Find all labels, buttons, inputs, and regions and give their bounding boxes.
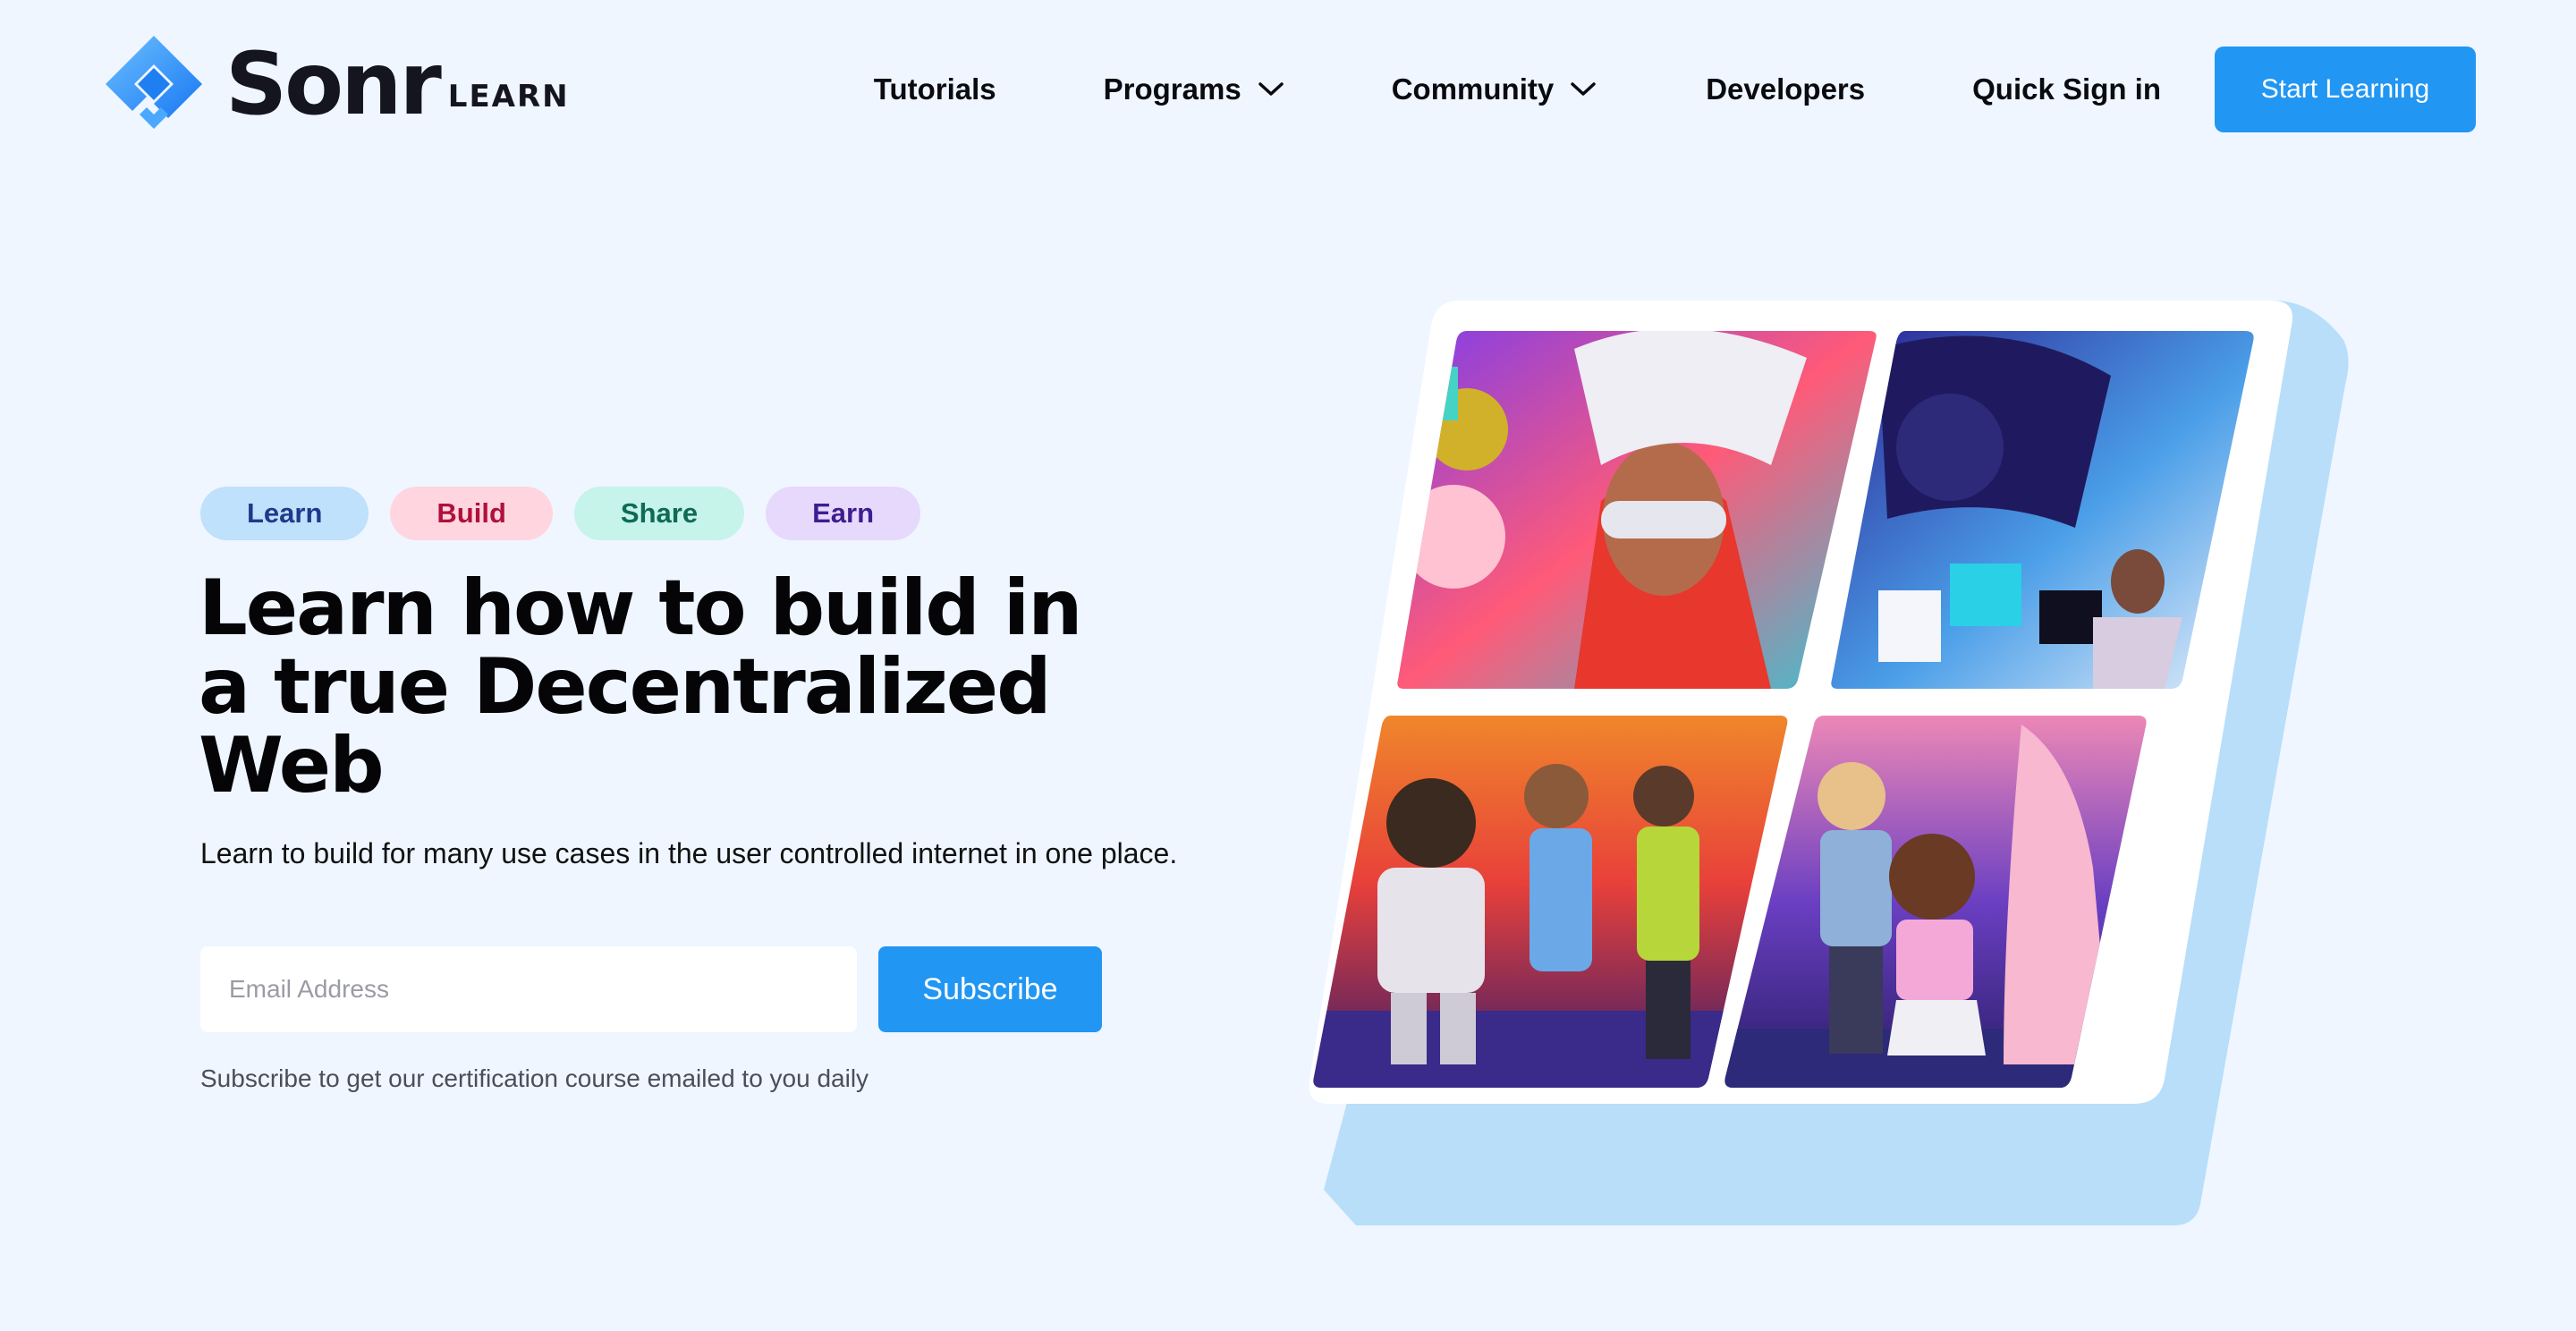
nav-tutorials-label: Tutorials (873, 72, 996, 106)
hero-subheadline: Learn to build for many use cases in the… (200, 837, 1178, 869)
nav-quick-sign-in-label: Quick Sign in (1972, 72, 2161, 106)
sonr-logo-icon (106, 36, 202, 129)
brand-sub: LEARN (447, 79, 570, 114)
nav-community-label: Community (1391, 72, 1555, 106)
start-learning-button[interactable]: Start Learning (2215, 47, 2476, 132)
nav-quick-sign-in[interactable]: Quick Sign in (1972, 72, 2161, 106)
hero-headline: Learn how to build in a true Decentraliz… (199, 564, 1083, 810)
nav-tutorials[interactable]: Tutorials (874, 72, 996, 106)
subscribe-button[interactable]: Subscribe (878, 946, 1102, 1032)
hero-tags: Learn Build Share Earn (200, 487, 921, 540)
brand-name: Sonr (225, 34, 442, 134)
email-input[interactable] (200, 946, 857, 1032)
subscribe-footnote: Subscribe to get our certification cours… (200, 1064, 869, 1092)
nav-programs[interactable]: Programs (1104, 72, 1284, 106)
nav-developers[interactable]: Developers (1706, 72, 1865, 106)
main-nav: Tutorials Programs Community Developers … (874, 47, 2476, 132)
nav-community[interactable]: Community (1392, 72, 1597, 106)
nav-developers-label: Developers (1706, 72, 1866, 106)
sonr-logo[interactable]: Sonr LEARN (102, 32, 570, 136)
tag-build: Build (390, 487, 553, 540)
hero-illustration (1306, 295, 2361, 1243)
tag-learn: Learn (200, 487, 369, 540)
tag-earn: Earn (766, 487, 921, 540)
tag-share: Share (573, 487, 745, 540)
chevron-down-icon (1258, 82, 1284, 96)
chevron-down-icon (1571, 82, 1596, 96)
hero-collage-image (1309, 301, 2349, 1225)
nav-programs-label: Programs (1103, 72, 1241, 106)
